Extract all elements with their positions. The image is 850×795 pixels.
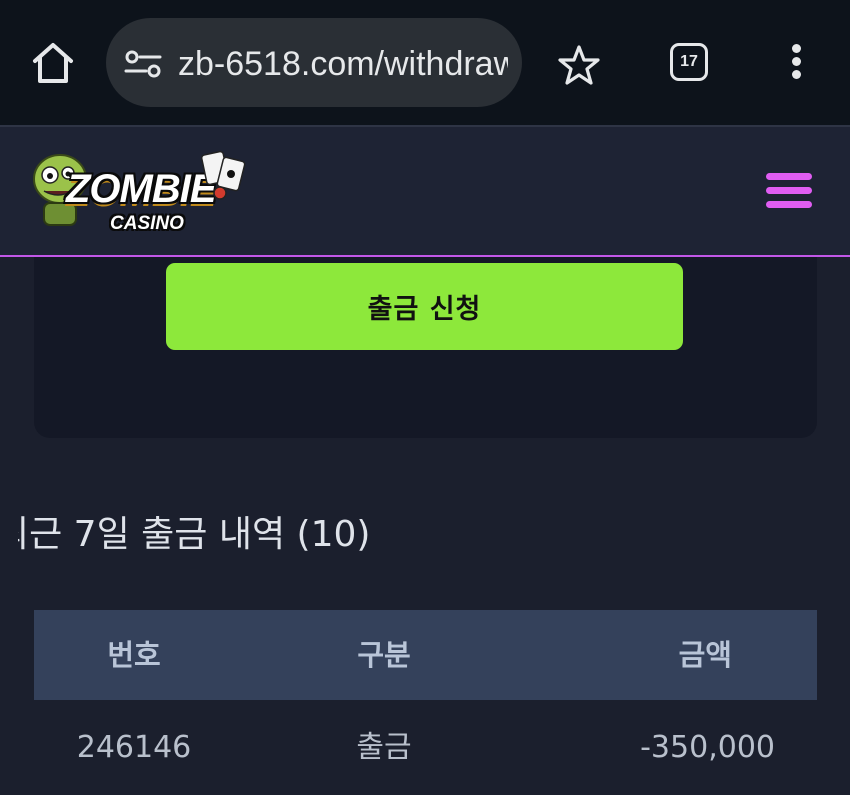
zombie-casino-logo[interactable]: ZOMBIE CASINO bbox=[30, 145, 250, 241]
bookmark-star-icon[interactable] bbox=[558, 44, 600, 86]
withdraw-history-table: 번호 구분 금액 246146 출금 -350,000 bbox=[34, 610, 817, 795]
column-header-type: 구분 bbox=[357, 638, 411, 672]
withdraw-request-button[interactable]: 출금 신청 bbox=[166, 263, 683, 350]
table-header: 번호 구분 금액 bbox=[34, 610, 817, 700]
history-title: 최근 7일 출금 내역 (10) bbox=[18, 514, 371, 555]
playing-cards-icon bbox=[200, 150, 246, 200]
column-header-amount: 금액 bbox=[678, 638, 732, 672]
column-header-number: 번호 bbox=[107, 638, 161, 672]
logo-subtext: CASINO bbox=[110, 213, 184, 234]
site-header: ZOMBIE CASINO bbox=[0, 125, 850, 257]
home-icon[interactable] bbox=[30, 40, 76, 86]
browser-toolbar: zb-6518.com/withdraw 17 bbox=[0, 0, 850, 125]
row-amount: -350,000 bbox=[640, 730, 775, 765]
logo-text: ZOMBIE bbox=[66, 167, 217, 211]
hamburger-menu-icon[interactable] bbox=[766, 173, 814, 211]
browser-menu-icon[interactable] bbox=[786, 44, 806, 84]
address-bar[interactable]: zb-6518.com/withdraw bbox=[106, 18, 522, 107]
row-type: 출금 bbox=[356, 730, 412, 765]
row-number: 246146 bbox=[76, 730, 192, 765]
tab-switcher-button[interactable]: 17 bbox=[670, 43, 708, 81]
site-settings-icon[interactable] bbox=[124, 49, 162, 79]
table-row: 246146 출금 -350,000 bbox=[34, 700, 817, 795]
url-text[interactable]: zb-6518.com/withdraw bbox=[178, 42, 508, 86]
withdraw-card: 출금 신청 bbox=[34, 257, 817, 438]
